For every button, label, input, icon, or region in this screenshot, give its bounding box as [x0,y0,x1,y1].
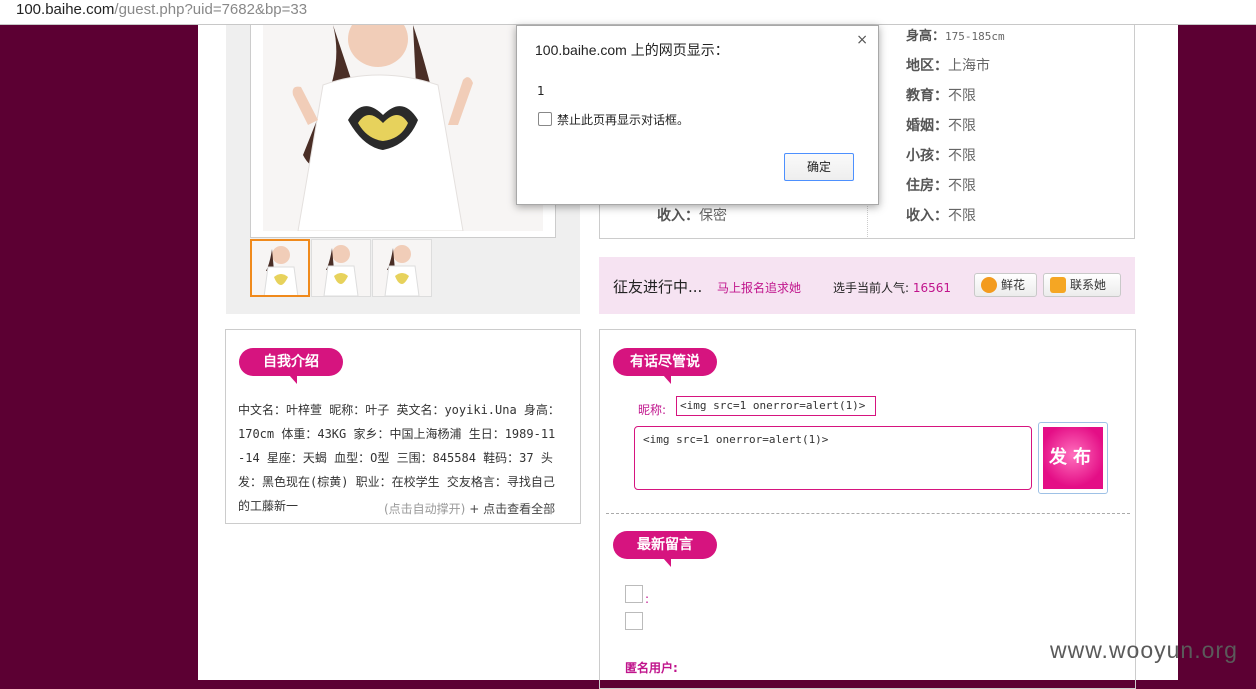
info-row-region: 地区：上海市 [906,57,990,73]
comment-colon: : [645,592,650,606]
broken-image-icon [625,612,643,630]
expand-hint[interactable]: (点击自动撑开) [384,502,465,516]
apply-link[interactable]: 马上报名追求她 [717,279,801,296]
suppress-dialog-label[interactable]: 禁止此页再显示对话框。 [557,111,689,128]
contact-button-label: 联系她 [1070,278,1107,292]
suppress-dialog-checkbox[interactable] [538,112,552,126]
address-bar[interactable]: 100.baihe.com/guest.php?uid=7682&bp=33 [0,0,1256,25]
alert-dialog: 100.baihe.com 上的网页显示： × 1 禁止此页再显示对话框。 确定 [516,25,879,205]
ok-button[interactable]: 确定 [784,153,854,181]
broken-image-icon [625,585,643,603]
thumbnail-3[interactable] [372,239,432,297]
close-icon[interactable]: × [856,32,868,48]
info-row-height: 身高：175-185cm [906,28,1005,43]
thumbnail-2[interactable] [311,239,371,297]
thumbnail-image [373,240,431,296]
flower-icon [981,277,997,293]
dialog-title: 100.baihe.com 上的网页显示： [535,42,729,58]
info-row-education: 教育：不限 [906,87,976,103]
intro-panel: 自我介绍 中文名：叶梓萱 昵称：叶子 英文名：yoyiki.Una 身高：170… [225,329,581,524]
dialog-message: 1 [537,84,545,98]
thumbnail-1[interactable] [250,239,310,297]
status-text: 征友进行中... [613,278,703,296]
main-photo[interactable] [250,25,556,238]
watermark: www.wooyun.org [1050,637,1238,663]
thumbnail-image [252,241,308,295]
url-text[interactable]: 100.baihe.com/guest.php?uid=7682&bp=33 [16,1,307,18]
publish-label: 发布 [1043,427,1103,489]
info-row-children: 小孩：不限 [906,147,976,163]
thumbnail-image [312,240,370,296]
intro-title: 自我介绍 [239,348,343,384]
latest-title: 最新留言 [613,531,717,567]
message-textarea[interactable]: <img src=1 onerror=alert(1)> [634,426,1032,490]
view-all-link[interactable]: + 点击查看全部 [469,502,555,516]
message-panel: 有话尽管说 昵称: <img src=1 onerror=alert(1)> <… [599,329,1136,689]
url-path: /guest.php?uid=7682&bp=33 [114,1,308,18]
flower-button-label: 鲜花 [1001,278,1026,292]
profile-photo-image [263,25,543,231]
intro-more: (点击自动撑开) + 点击查看全部 [384,500,555,517]
nickname-input[interactable]: <img src=1 onerror=alert(1)> [676,396,876,416]
publish-button[interactable]: 发布 [1038,422,1108,494]
popularity-label: 选手当前人气: [833,281,910,295]
anon-user-label: 匿名用户: [625,661,678,675]
dashed-divider [606,513,1130,514]
popularity-value: 16561 [912,281,952,295]
info-row-marriage: 婚姻：不限 [906,117,976,133]
nickname-label: 昵称: [638,403,667,417]
chat-icon [1050,277,1066,293]
info-row-housing: 住房：不限 [906,177,976,193]
flower-button[interactable]: 鲜花 [974,273,1037,297]
url-host: 100.baihe.com [16,1,115,18]
info-row-left-income: 收入：保密 [657,207,727,223]
popularity-text: 选手当前人气: 16561 [833,279,951,296]
say-title: 有话尽管说 [613,348,717,384]
friend-status-bar: 征友进行中... 马上报名追求她 选手当前人气: 16561 鲜花 联系她 [599,257,1135,314]
contact-button[interactable]: 联系她 [1043,273,1121,297]
info-row-right-income: 收入：不限 [906,207,976,223]
